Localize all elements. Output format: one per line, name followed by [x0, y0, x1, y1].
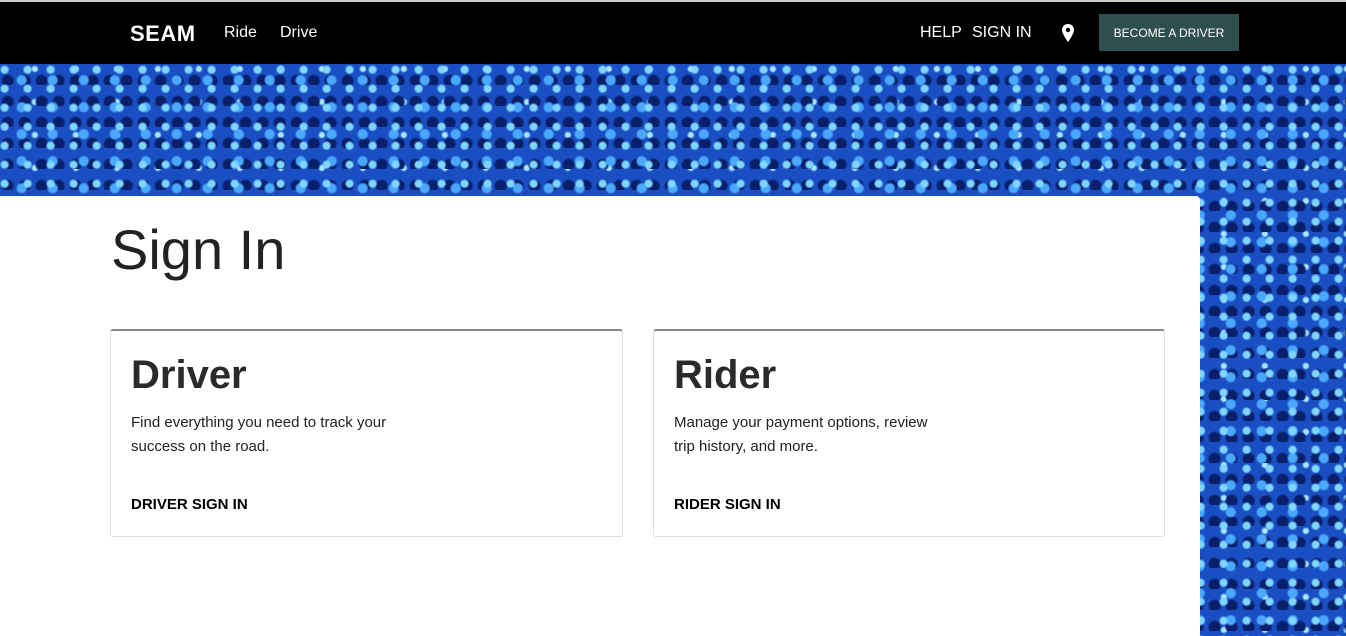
card-title: Driver [131, 353, 247, 397]
top-nav: SEAM Ride Drive HELP SIGN IN BECOME A DR… [0, 2, 1346, 64]
rider-sign-in-link[interactable]: RIDER SIGN IN [674, 496, 781, 513]
nav-sign-in[interactable]: SIGN IN [972, 24, 1032, 42]
rider-card: Rider Manage your payment options, revie… [653, 329, 1165, 537]
card-title: Rider [674, 353, 777, 397]
card-description: Find everything you need to track your s… [131, 414, 387, 455]
logo[interactable]: SEAM [130, 21, 196, 47]
driver-sign-in-link[interactable]: DRIVER SIGN IN [131, 496, 248, 513]
location-pin-icon[interactable] [1061, 24, 1075, 42]
nav-help[interactable]: HELP [920, 24, 962, 42]
card-description: Manage your payment options, review trip… [674, 414, 928, 455]
nav-drive[interactable]: Drive [280, 24, 317, 42]
page-title: Sign In [111, 218, 286, 281]
nav-ride[interactable]: Ride [224, 24, 257, 42]
driver-card: Driver Find everything you need to track… [110, 329, 623, 537]
become-driver-button[interactable]: BECOME A DRIVER [1099, 14, 1239, 51]
